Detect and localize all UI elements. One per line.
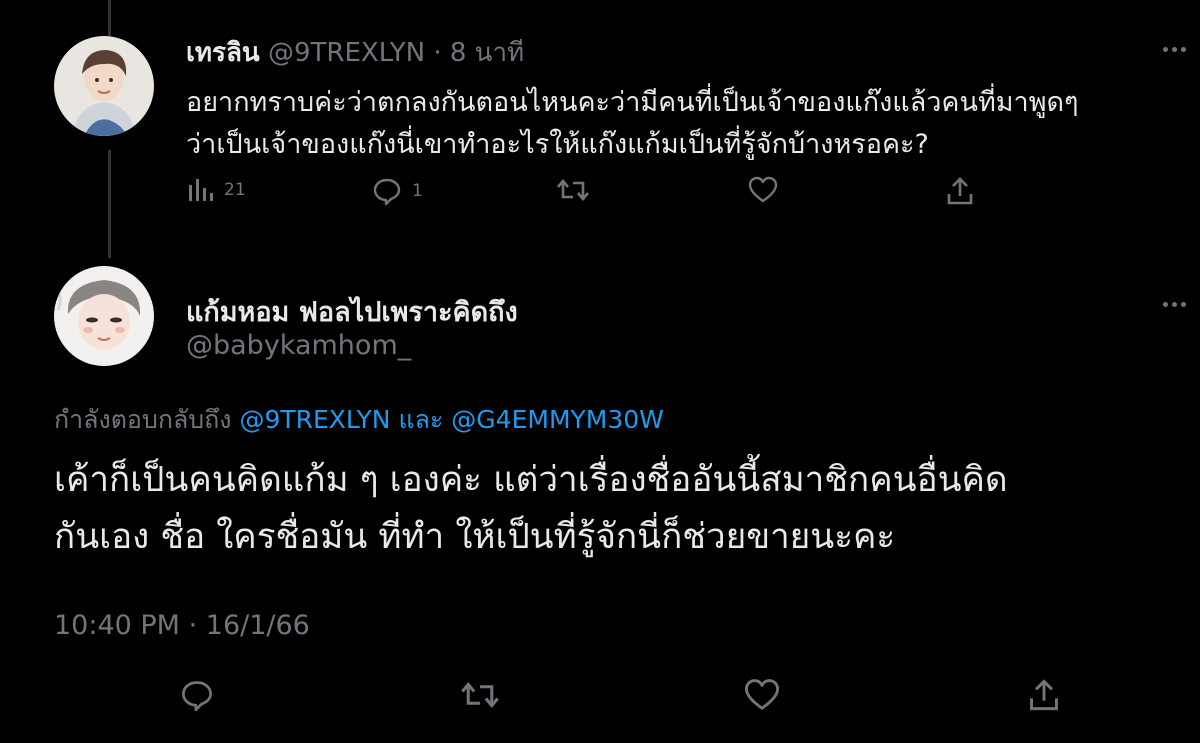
- reply-count: 1: [412, 181, 423, 201]
- share-upload-icon: [947, 177, 973, 205]
- main-reply-button[interactable]: [180, 678, 214, 716]
- main-more-icon[interactable]: [1163, 302, 1186, 307]
- main-like-button[interactable]: [744, 678, 780, 716]
- replying-to-line: กำลังตอบกลับถึง @9TREXLYN และ @G4EMMYM30…: [54, 400, 664, 440]
- main-date: 16/1/66: [205, 610, 310, 641]
- parent-separator: ·: [433, 38, 442, 68]
- speech-bubble-icon: [373, 178, 401, 206]
- reply-mention-1[interactable]: @9TREXLYN: [239, 405, 390, 434]
- parent-tweet-header: เทรลิน @9TREXLYN · 8 นาที: [186, 32, 524, 73]
- retweet-icon: [461, 682, 499, 708]
- main-text-line2: กันเอง ชื่อ ใครชื่อมัน ที่ทำ ให้เป็นที่ร…: [54, 517, 896, 557]
- main-time: 10:40 PM: [54, 610, 180, 641]
- parent-tweet-text: อยากทราบค่ะว่าตกลงกันตอนไหนคะว่ามีคนที่เ…: [186, 82, 1166, 166]
- heart-icon: [748, 176, 778, 203]
- replying-prefix: กำลังตอบกลับถึง: [54, 405, 232, 434]
- main-action-bar: [0, 678, 1200, 718]
- parent-text-line1: อยากทราบค่ะว่าตกลงกันตอนไหนคะว่ามีคนที่เ…: [186, 87, 1079, 118]
- main-retweet-button[interactable]: [460, 678, 500, 716]
- parent-handle[interactable]: @9TREXLYN: [268, 38, 425, 68]
- parent-retweet-button[interactable]: [556, 176, 590, 204]
- bar-chart-icon: [189, 179, 213, 201]
- parent-time[interactable]: 8 นาที: [450, 38, 524, 68]
- parent-display-name[interactable]: เทรลิน: [186, 38, 260, 68]
- speech-bubble-icon: [182, 681, 212, 712]
- views-count: 21: [224, 180, 246, 200]
- main-text-line1: เค้าก็เป็นคนคิดแก้ม ๆ เองค่ะ แต่ว่าเรื่อ…: [54, 460, 1008, 500]
- views-button[interactable]: 21: [186, 176, 246, 204]
- thread-connector: [108, 150, 111, 258]
- share-upload-icon: [1030, 679, 1058, 711]
- main-display-name[interactable]: แก้มหอม ฟอลไปเพราะคิดถึง: [186, 290, 518, 333]
- parent-share-button[interactable]: [946, 176, 974, 206]
- thread-connector-top: [108, 0, 111, 36]
- parent-action-bar: 21 1: [186, 176, 986, 212]
- heart-icon: [744, 679, 780, 710]
- main-tweet-text: เค้าก็เป็นคนคิดแก้ม ๆ เองค่ะ แต่ว่าเรื่อ…: [54, 452, 1164, 566]
- main-date-separator: ·: [188, 610, 198, 641]
- reply-conjunction: และ: [398, 405, 444, 434]
- parent-reply-button[interactable]: 1: [372, 176, 423, 206]
- parent-like-button[interactable]: [748, 176, 778, 204]
- main-share-button[interactable]: [1028, 678, 1060, 716]
- main-handle[interactable]: @babykamhom_: [186, 330, 411, 361]
- main-timestamp[interactable]: 10:40 PM · 16/1/66: [54, 610, 310, 641]
- parent-more-icon[interactable]: [1163, 47, 1186, 52]
- avatar-parent[interactable]: [54, 36, 154, 136]
- parent-text-line2: ว่าเป็นเจ้าของแก๊งนี่เขาทำอะไรให้แก๊งแก้…: [186, 129, 929, 160]
- reply-mention-2[interactable]: @G4EMMYM30W: [451, 405, 664, 434]
- avatar-main[interactable]: [54, 266, 154, 366]
- retweet-icon: [557, 178, 589, 202]
